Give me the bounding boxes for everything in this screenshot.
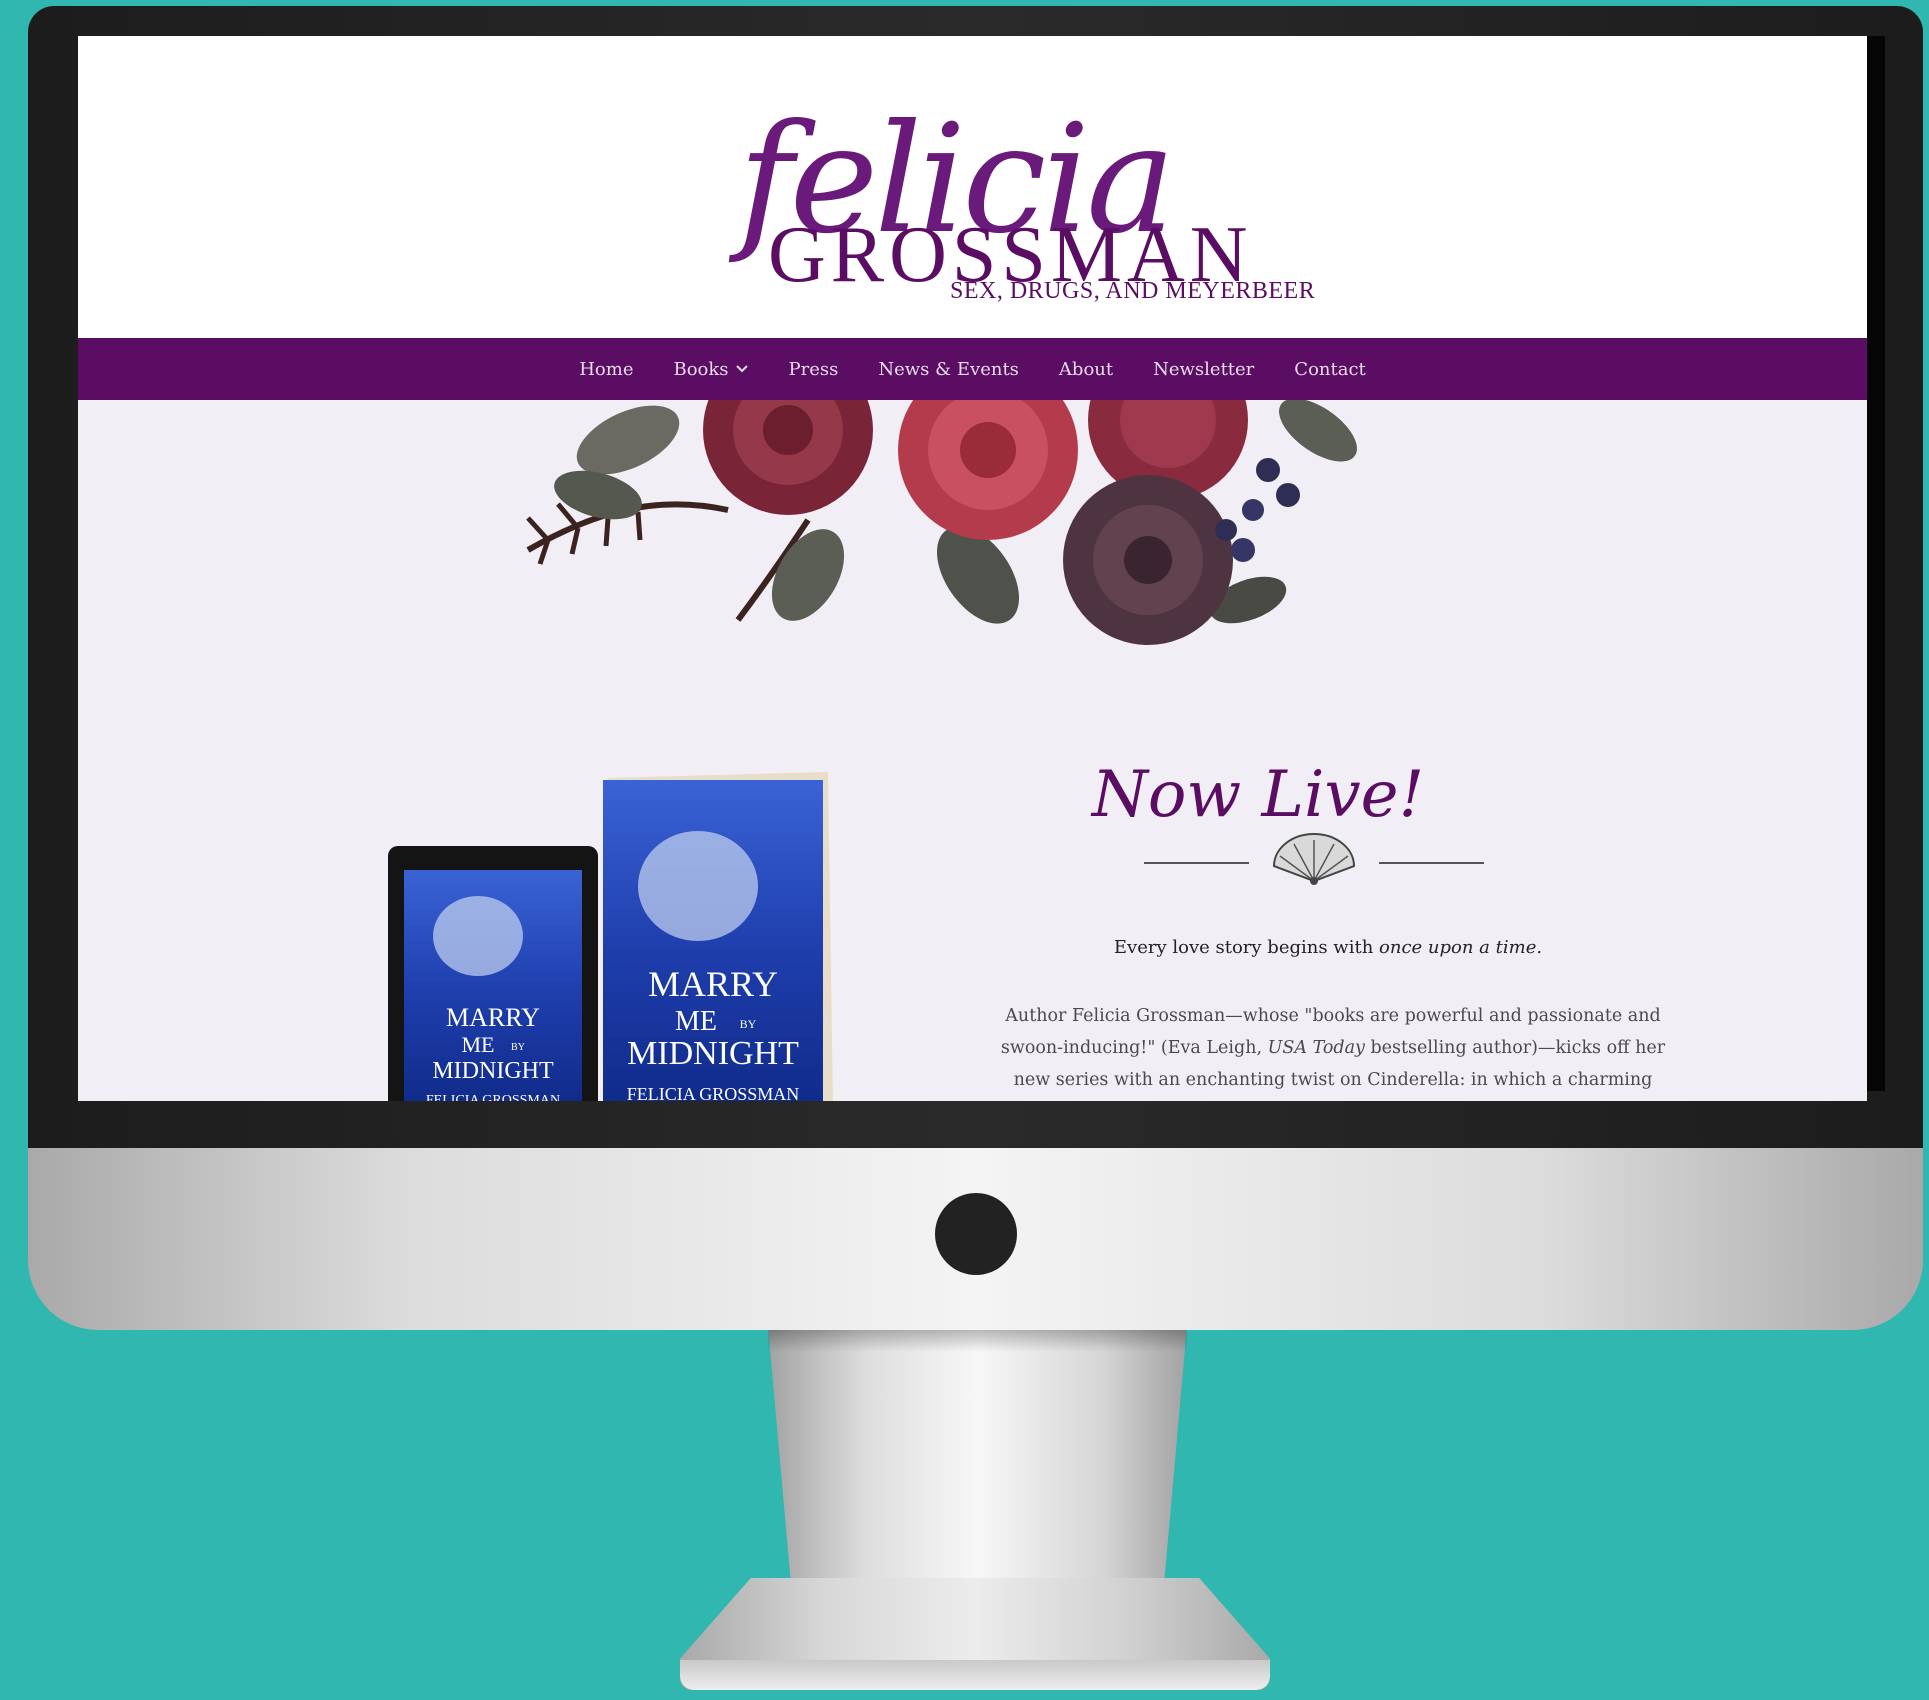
tablet-title-line3: MIDNIGHT (432, 1058, 554, 1084)
nav-news-events[interactable]: News & Events (878, 359, 1019, 380)
hero-tagline-text: Every love story begins with (1113, 937, 1380, 958)
nav-contact[interactable]: Contact (1294, 359, 1365, 380)
screen-edge (1867, 36, 1885, 1091)
now-live-text: Now Live! (1090, 758, 1424, 832)
site-header: felicia GROSSMAN SEX, DRUGS, AND MEYERBE… (78, 36, 1867, 338)
hero-tagline: Every love story begins with once upon a… (978, 937, 1678, 958)
monitor-logo (935, 1193, 1017, 1275)
tablet-title-line2: ME (462, 1032, 495, 1057)
book-title-line3: MIDNIGHT (627, 1035, 799, 1072)
nav-about[interactable]: About (1059, 359, 1113, 380)
floral-decoration (526, 400, 1357, 645)
main-navigation: Home Books Press News & Events About New… (78, 338, 1867, 400)
desc-emphasis: USA Today (1267, 1038, 1365, 1058)
stand-shadow (768, 1330, 1187, 1352)
chevron-down-icon (735, 364, 749, 374)
nav-newsletter[interactable]: Newsletter (1153, 359, 1254, 380)
logo-tagline: SEX, DRUGS, AND MEYERBEER (950, 278, 1315, 304)
monitor-stand-neck (768, 1330, 1187, 1580)
book-title-line2: ME (675, 1006, 717, 1037)
book-mockup-image[interactable]: MARRY ME BY MIDNIGHT FELICIA GROSSMAN MA… (378, 766, 898, 1101)
tablet-title-line1: MARRY (446, 1003, 540, 1032)
tablet-title-by: BY (511, 1042, 525, 1053)
nav-home[interactable]: Home (579, 359, 633, 380)
book-author: FELICIA GROSSMAN (627, 1084, 800, 1101)
site-logo[interactable]: felicia GROSSMAN SEX, DRUGS, AND MEYERBE… (658, 36, 1358, 306)
hero-tagline-italic: once upon a time. (1379, 937, 1543, 958)
nav-press[interactable]: Press (789, 359, 839, 380)
book-title-line1: MARRY (648, 964, 778, 1004)
nav-books-label: Books (673, 358, 729, 380)
website-screen: felicia GROSSMAN SEX, DRUGS, AND MEYERBE… (78, 36, 1867, 1101)
book-title-by: BY (740, 1017, 757, 1031)
fan-icon (1272, 833, 1356, 885)
fan-divider (1144, 833, 1484, 885)
nav-books[interactable]: Books (673, 359, 748, 380)
hero-description: Author Felicia Grossman—whose "books are… (983, 1000, 1683, 1096)
tablet-author: FELICIA GROSSMAN (426, 1093, 560, 1101)
monitor-stand-base-edge (680, 1660, 1270, 1690)
